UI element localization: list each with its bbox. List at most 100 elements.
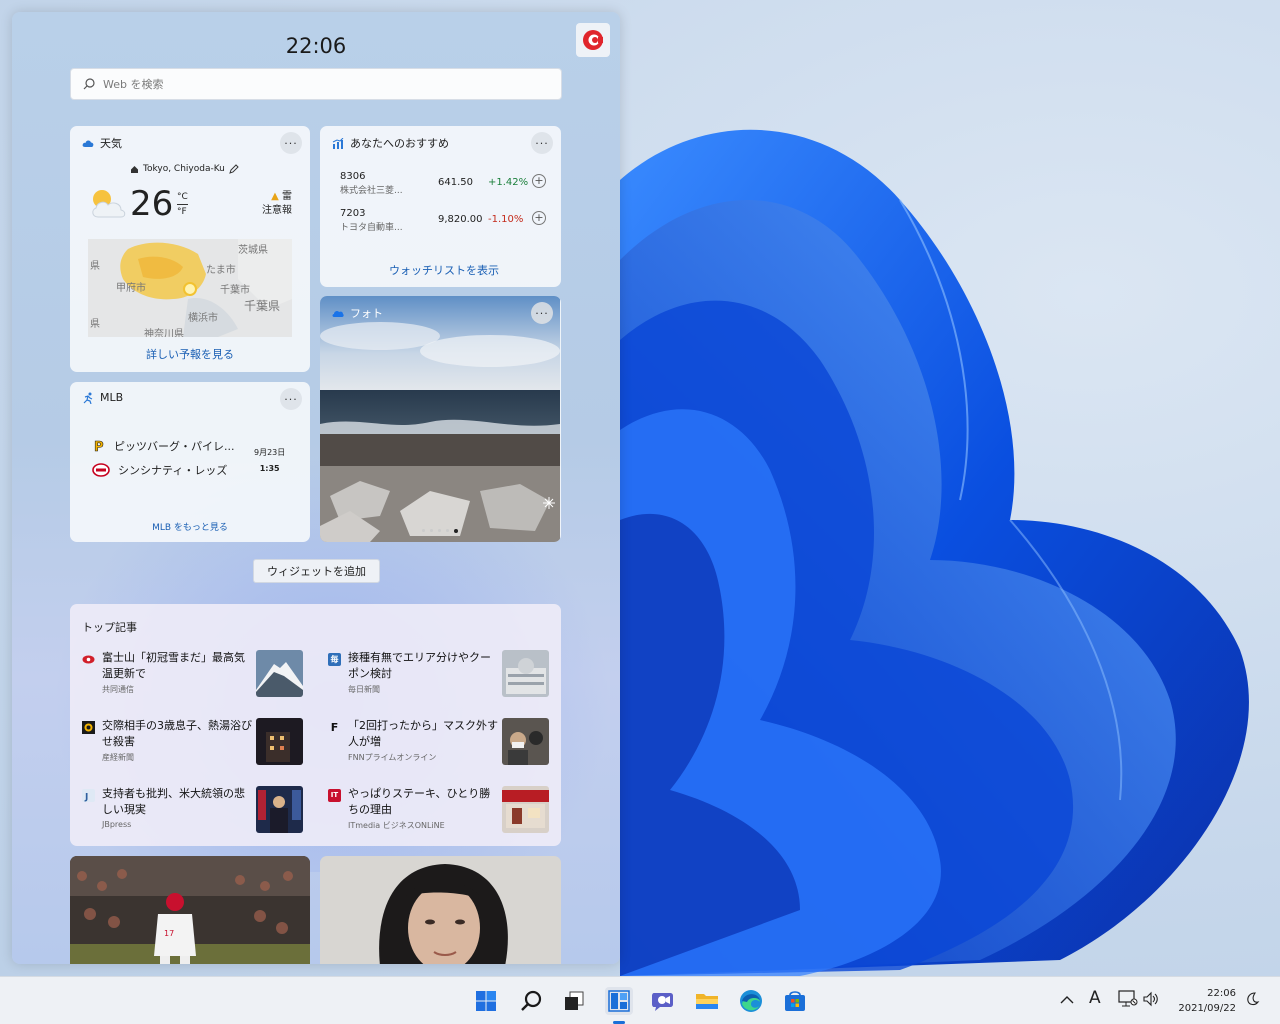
stock-name: トヨタ自動車...: [340, 223, 403, 233]
show-hidden-icons-button[interactable]: [1060, 991, 1074, 1009]
sports-runner-icon: [83, 392, 93, 404]
photo-next-icon[interactable]: [542, 496, 556, 510]
web-search-box[interactable]: [70, 68, 562, 100]
weather-radar-map[interactable]: 茨城県 たま市 甲府市 千葉市 千葉県 横浜市 県 県 神奈川県: [88, 239, 292, 337]
news-headline: やっぱりステーキ、ひとり勝ちの理由: [348, 787, 491, 816]
weather-location-text: Tokyo, Chiyoda-Ku: [143, 164, 225, 174]
news-source: 毎日新聞: [348, 685, 380, 694]
team-row[interactable]: シンシナティ・レッズ: [92, 462, 227, 478]
news-item[interactable]: 富士山「初冠雪まだ」最高気温更新で 共同通信: [82, 650, 304, 708]
search-input[interactable]: [103, 77, 503, 91]
profile-avatar[interactable]: [576, 23, 610, 57]
photo-carousel-dots[interactable]: [422, 529, 458, 533]
mlb-more-button[interactable]: ···: [280, 388, 302, 410]
volume-icon[interactable]: [1143, 991, 1159, 1011]
unit-fahrenheit[interactable]: °F: [177, 205, 188, 219]
map-label: たま市: [206, 265, 236, 276]
stock-price: 641.50: [438, 177, 473, 188]
team-name: ピッツバーグ・パイレ...: [114, 440, 235, 453]
widgets-panel: 22:06 天気 ··· Tokyo, Chiyoda-Ku: [12, 12, 620, 964]
network-icon[interactable]: [1118, 990, 1138, 1012]
alert-label: 注意報: [262, 205, 292, 216]
folder-icon: [696, 994, 718, 1009]
news-image-card[interactable]: [320, 856, 561, 964]
news-image-card[interactable]: 17: [70, 856, 310, 964]
add-to-watchlist-button[interactable]: +: [532, 174, 546, 188]
stock-chart-icon: [332, 137, 344, 149]
map-label: 神奈川県: [144, 329, 184, 337]
search-icon: [521, 990, 542, 1011]
ime-indicator[interactable]: A: [1089, 988, 1101, 1008]
stock-row[interactable]: 7203 トヨタ自動車... 9,820.00 -1.10% +: [340, 208, 550, 236]
carousel-dot[interactable]: [438, 529, 441, 532]
stocks-more-button[interactable]: ···: [531, 132, 553, 154]
news-item[interactable]: F 「2回打ったから」マスク外す人が増 FNNプライムオンライン: [328, 718, 550, 776]
stocks-title: あなたへのおすすめ: [332, 135, 449, 151]
team-row[interactable]: P ピッツバーグ・パイレ...: [92, 438, 235, 454]
alert-type: 雷: [282, 191, 292, 202]
stocks-title-text: あなたへのおすすめ: [350, 137, 449, 150]
stocks-widget[interactable]: あなたへのおすすめ ··· 8306 株式会社三菱... 641.50 +1.4…: [320, 126, 561, 287]
news-item[interactable]: 交際相手の3歳息子、熱湯浴びせ殺害 産経新聞: [82, 718, 304, 776]
weather-forecast-link[interactable]: 詳しい予報を見る: [70, 346, 310, 362]
edge-browser-icon: [740, 990, 762, 1012]
svg-text:P: P: [94, 440, 104, 453]
chat-icon: [652, 993, 673, 1011]
widgets-button[interactable]: [605, 987, 633, 1015]
mlb-more-link[interactable]: MLB をもっと見る: [70, 520, 310, 533]
search-icon: [83, 78, 95, 90]
weather-title: 天気: [82, 135, 122, 151]
reds-logo-icon: [92, 463, 110, 477]
news-item[interactable]: IT やっぱりステーキ、ひとり勝ちの理由 ITmedia ビジネスONLiNE: [328, 786, 550, 844]
game-time: 1:35: [259, 464, 280, 473]
stock-change: -1.10%: [488, 214, 524, 225]
carousel-dot[interactable]: [430, 529, 433, 532]
profile-logo-icon: [583, 30, 603, 50]
weather-alert[interactable]: ▲ 雷 注意報: [262, 190, 292, 218]
add-widget-button[interactable]: ウィジェットを追加: [253, 559, 380, 583]
news-headline: 接種有無でエリア分けやクーポン検討: [348, 651, 491, 680]
watchlist-link[interactable]: ウォッチリストを表示: [320, 262, 561, 278]
beach-photo: [320, 296, 560, 542]
jbpress-logo-icon: J: [82, 789, 95, 803]
carousel-dot[interactable]: [446, 529, 449, 532]
map-label: 県: [90, 319, 100, 330]
weather-more-button[interactable]: ···: [280, 132, 302, 154]
edit-pencil-icon[interactable]: [229, 164, 239, 174]
news-item[interactable]: 毎 接種有無でエリア分けやクーポン検討 毎日新聞: [328, 650, 550, 708]
chat-button[interactable]: [649, 987, 677, 1015]
carousel-dot-active[interactable]: [454, 529, 458, 533]
task-view-icon: [565, 991, 584, 1010]
notification-center-button[interactable]: [1246, 992, 1260, 1010]
edge-button[interactable]: [737, 987, 765, 1015]
task-view-button[interactable]: [560, 987, 588, 1015]
news-source: JBpress: [102, 820, 132, 829]
photos-more-button[interactable]: ···: [531, 302, 553, 324]
top-stories-widget[interactable]: トップ記事 富士山「初冠雪まだ」最高気温更新で 共同通信 毎 接種有無でエリア分…: [70, 604, 561, 846]
partly-cloudy-icon: [92, 190, 126, 218]
add-to-watchlist-button[interactable]: +: [532, 211, 546, 225]
fnn-logo-icon: F: [330, 721, 339, 734]
news-item[interactable]: J 支持者も批判、米大統領の悲しい現実 JBpress: [82, 786, 304, 844]
stock-row[interactable]: 8306 株式会社三菱... 641.50 +1.42% +: [340, 171, 550, 199]
carousel-dot[interactable]: [422, 529, 425, 532]
chevron-up-icon: [1060, 996, 1074, 1004]
mlb-widget[interactable]: MLB ··· P ピッツバーグ・パイレ... シンシナティ・レッズ 9月23日…: [70, 382, 310, 542]
news-thumbnail: [256, 786, 303, 833]
taskbar-clock[interactable]: 22:06 2021/09/22: [1172, 986, 1236, 1016]
store-button[interactable]: [781, 987, 809, 1015]
start-button[interactable]: [472, 987, 500, 1015]
weather-widget[interactable]: 天気 ··· Tokyo, Chiyoda-Ku 26 °C °F ▲ 雷 注意…: [70, 126, 310, 372]
widgets-icon: [608, 990, 630, 1012]
network-icon-graphic: [1118, 990, 1138, 1007]
file-explorer-button[interactable]: [693, 987, 721, 1015]
unit-celsius[interactable]: °C: [177, 190, 188, 205]
store-bag-icon: [785, 991, 805, 1011]
weather-location[interactable]: Tokyo, Chiyoda-Ku: [130, 164, 239, 174]
news-source: FNNプライムオンライン: [348, 753, 437, 762]
search-button[interactable]: [517, 987, 545, 1015]
news-source: 産経新聞: [102, 753, 134, 762]
news-thumbnail: [502, 650, 549, 697]
weather-units[interactable]: °C °F: [177, 190, 188, 219]
photos-widget[interactable]: フォト ···: [320, 296, 561, 542]
